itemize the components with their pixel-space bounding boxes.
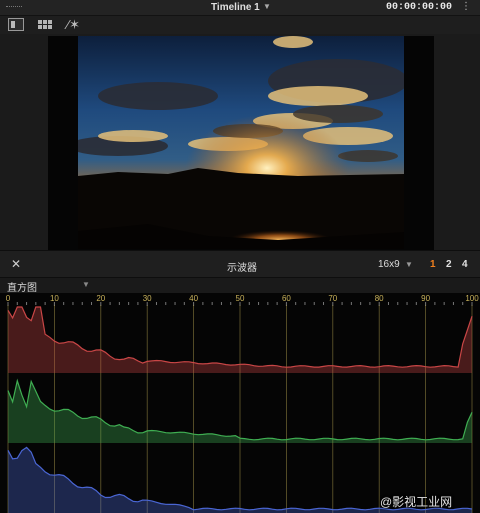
aspect-selector[interactable]: 16x9 bbox=[378, 259, 400, 270]
histogram-scope: 0 10 20 30 40 50 60 70 80 90 100 bbox=[0, 293, 480, 513]
layout-2-button[interactable]: 2 bbox=[446, 259, 452, 270]
chevron-down-icon[interactable]: ▼ bbox=[82, 280, 90, 289]
tick-label: 20 bbox=[96, 294, 105, 303]
close-icon[interactable]: ✕ bbox=[11, 257, 21, 271]
tick-label: 60 bbox=[282, 294, 291, 303]
timecode-display: 00:00:00:00 bbox=[385, 2, 452, 13]
grid-viewer-icon[interactable] bbox=[37, 18, 54, 31]
tick-label: 40 bbox=[189, 294, 198, 303]
scope-type-row: 直方图 ▼ bbox=[0, 278, 480, 294]
single-viewer-icon[interactable] bbox=[8, 18, 24, 31]
watermark: @影视工业网 bbox=[380, 495, 453, 509]
layout-4-button[interactable]: 4 bbox=[462, 259, 468, 270]
magic-wand-icon[interactable]: ⁄✶ bbox=[67, 18, 83, 31]
tick-label: 10 bbox=[50, 294, 59, 303]
more-options-icon[interactable]: ⋮ bbox=[461, 2, 471, 12]
tick-label: 70 bbox=[328, 294, 337, 303]
tick-label: 50 bbox=[236, 294, 245, 303]
tick-label: 30 bbox=[143, 294, 152, 303]
chevron-down-icon[interactable]: ▼ bbox=[263, 2, 271, 11]
histogram-plot: 0 10 20 30 40 50 60 70 80 90 100 bbox=[6, 294, 479, 513]
tick-label: 0 bbox=[6, 294, 11, 303]
scope-header: ✕ 示波器 16x9 ▼ 1 2 4 bbox=[0, 250, 480, 278]
timeline-selector[interactable]: Timeline 1 bbox=[211, 2, 260, 13]
sunset-frame-image bbox=[78, 36, 404, 249]
scope-title: 示波器 bbox=[227, 263, 257, 274]
timeline-bar: Timeline 1 ▼ 00:00:00:00 ⋮ bbox=[0, 0, 480, 16]
chevron-down-icon[interactable]: ▼ bbox=[405, 260, 413, 269]
tick-label: 100 bbox=[465, 294, 479, 303]
layout-1-button[interactable]: 1 bbox=[430, 259, 436, 270]
scope-type-selector[interactable]: 直方图 bbox=[7, 279, 37, 294]
viewer-toolbar: ⁄✶ bbox=[0, 16, 480, 34]
tick-label: 80 bbox=[375, 294, 384, 303]
tick-label: 90 bbox=[421, 294, 430, 303]
panel-grip-handle[interactable] bbox=[6, 6, 22, 8]
